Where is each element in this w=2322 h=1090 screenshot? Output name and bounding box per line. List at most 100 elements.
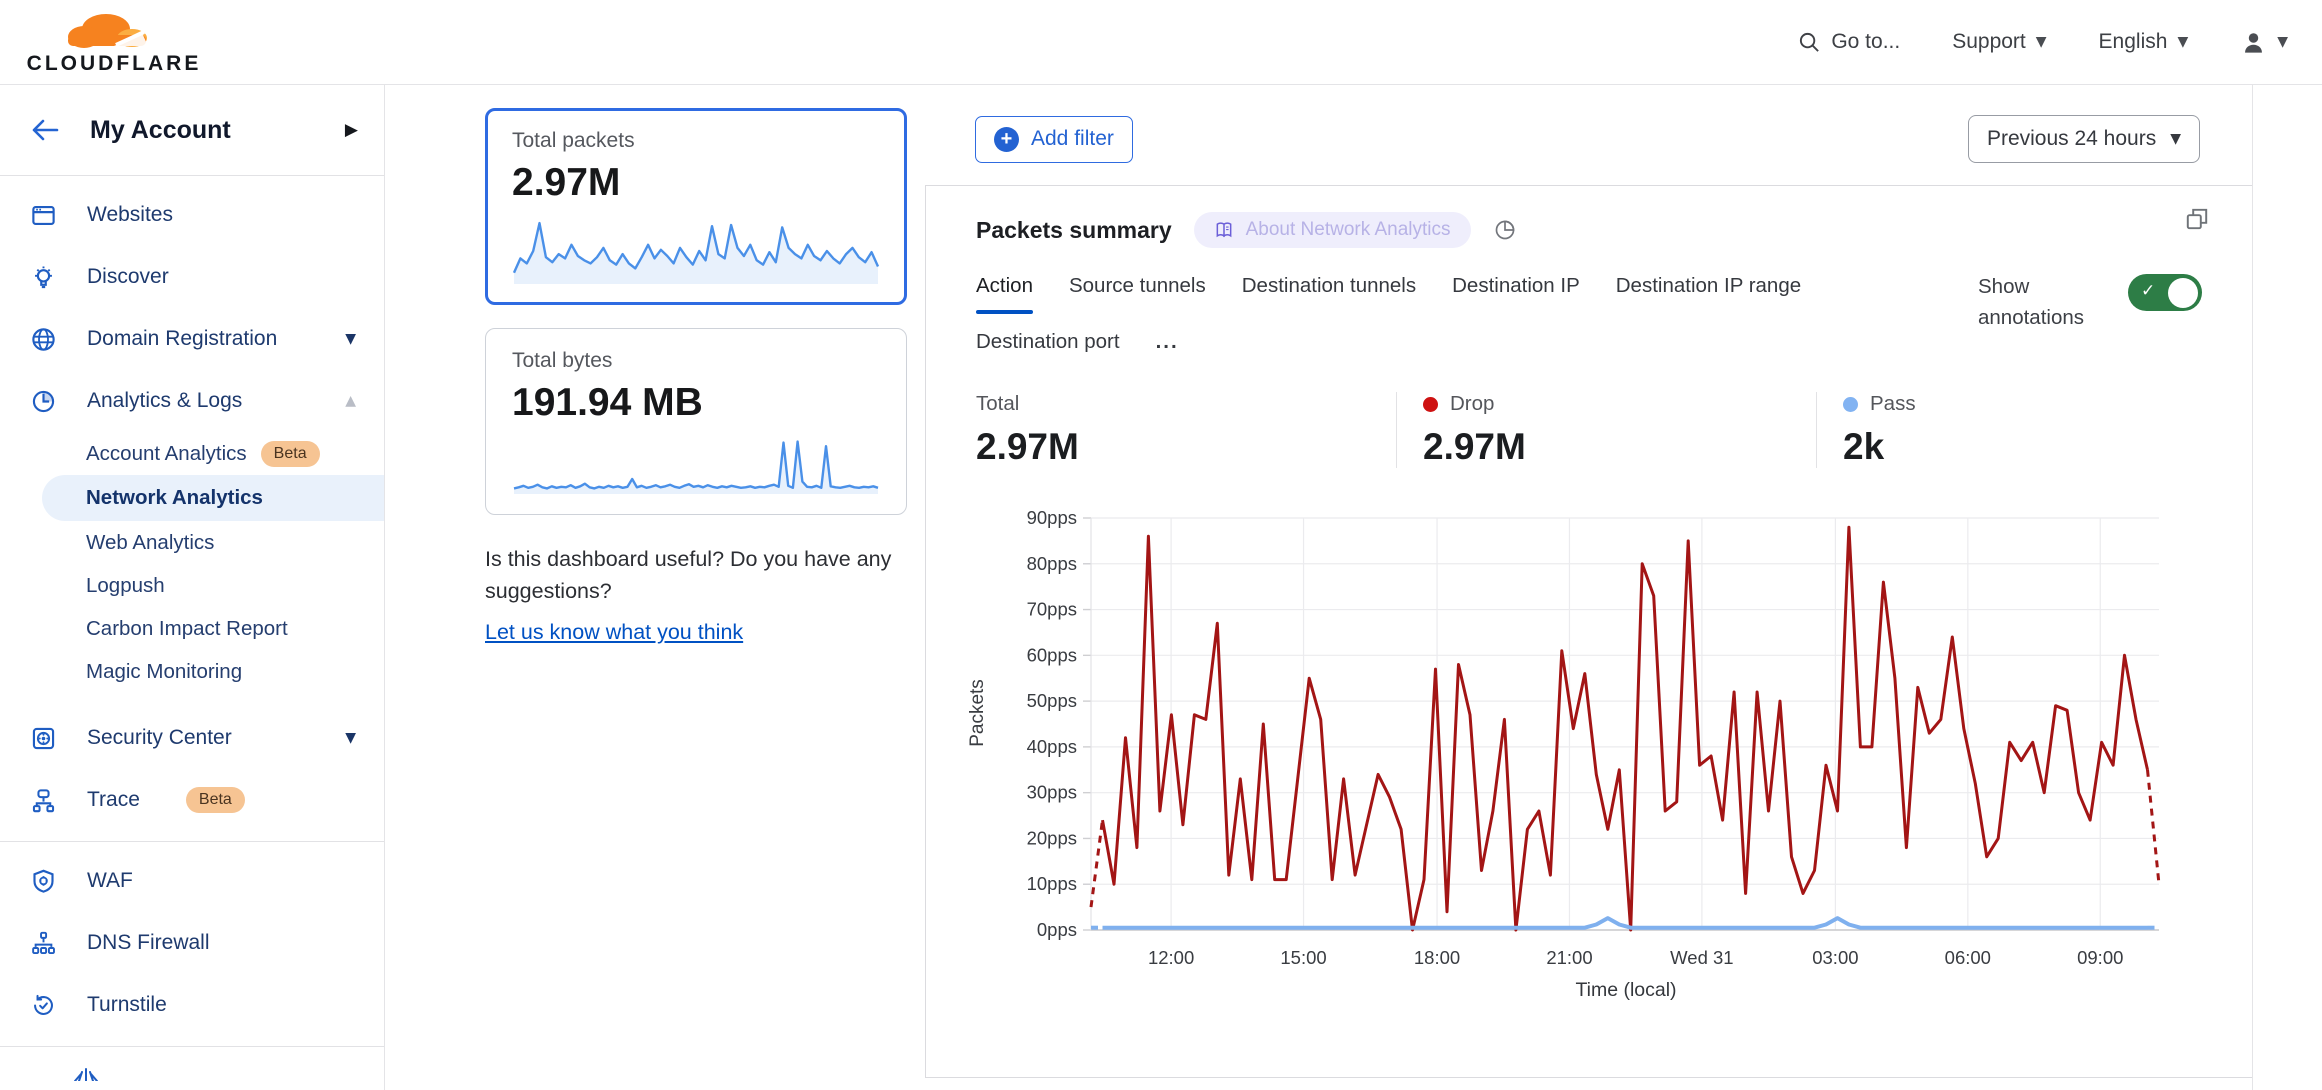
sidebar-subitem-label: Network Analytics bbox=[86, 486, 263, 510]
stat-label: Drop bbox=[1450, 392, 1494, 416]
zero-trust-icon[interactable] bbox=[72, 1061, 384, 1086]
svg-text:03:00: 03:00 bbox=[1812, 947, 1858, 968]
sidebar-item-label: WAF bbox=[87, 869, 133, 893]
back-arrow-icon[interactable] bbox=[30, 118, 60, 142]
svg-text:06:00: 06:00 bbox=[1945, 947, 1991, 968]
tab-destination-ip-range[interactable]: Destination IP range bbox=[1616, 274, 1801, 300]
svg-text:40pps: 40pps bbox=[1027, 736, 1077, 757]
sidebar-item-label: Trace bbox=[87, 788, 140, 812]
svg-text:09:00: 09:00 bbox=[2077, 947, 2123, 968]
packets-timeseries-chart[interactable]: Packets 0pps10pps20pps30pps40pps50pps60p… bbox=[976, 502, 2202, 1002]
svg-text:70pps: 70pps bbox=[1027, 599, 1077, 620]
sidebar-item-security-center[interactable]: Security Center ▼ bbox=[0, 707, 384, 769]
goto-label: Go to... bbox=[1831, 30, 1900, 54]
expand-panel-icon[interactable] bbox=[2184, 206, 2210, 232]
top-navigation-bar: CLOUDFLARE Go to... Support ▼ English ▼ … bbox=[0, 0, 2322, 85]
divider bbox=[0, 841, 384, 842]
sidebar-subitem-web-analytics[interactable]: Web Analytics bbox=[0, 521, 384, 564]
sidebar-subitem-magic-monitoring[interactable]: Magic Monitoring bbox=[0, 650, 384, 693]
account-title[interactable]: My Account bbox=[90, 116, 231, 145]
cloudflare-cloud-icon bbox=[54, 9, 174, 51]
svg-text:80pps: 80pps bbox=[1027, 553, 1077, 574]
tab-source-tunnels[interactable]: Source tunnels bbox=[1069, 274, 1206, 300]
svg-text:0pps: 0pps bbox=[1037, 919, 1077, 940]
timeseries-svg[interactable]: 0pps10pps20pps30pps40pps50pps60pps70pps8… bbox=[976, 502, 2161, 972]
stat-value: 2k bbox=[1843, 426, 1916, 468]
hierarchy-icon bbox=[30, 930, 57, 957]
security-center-icon bbox=[30, 725, 57, 752]
sidebar-subitem-label: Account Analytics bbox=[86, 442, 247, 466]
chevron-down-icon: ▼ bbox=[2170, 132, 2181, 146]
sidebar-subitem-logpush[interactable]: Logpush bbox=[0, 564, 384, 607]
language-menu[interactable]: English ▼ bbox=[2099, 30, 2189, 54]
chevron-down-icon: ▼ bbox=[2277, 35, 2288, 49]
sidebar: My Account ▶ Websites Discover bbox=[0, 85, 385, 1090]
svg-text:15:00: 15:00 bbox=[1280, 947, 1326, 968]
stat-drop: Drop 2.97M bbox=[1396, 392, 1816, 468]
sidebar-item-discover[interactable]: Discover bbox=[0, 246, 384, 308]
svg-text:12:00: 12:00 bbox=[1148, 947, 1194, 968]
sidebar-subitem-carbon-impact-report[interactable]: Carbon Impact Report bbox=[0, 607, 384, 650]
language-label: English bbox=[2099, 30, 2168, 54]
card-title: Total packets bbox=[512, 129, 880, 153]
sidebar-item-label: Domain Registration bbox=[87, 327, 277, 351]
bytes-sparkline bbox=[512, 437, 880, 495]
beta-badge: Beta bbox=[261, 441, 320, 467]
svg-text:50pps: 50pps bbox=[1027, 690, 1077, 711]
x-axis-title: Time (local) bbox=[976, 979, 2161, 1002]
chevron-down-icon: ▼ bbox=[2177, 35, 2188, 49]
feedback-link[interactable]: Let us know what you think bbox=[485, 616, 743, 648]
cloudflare-logo[interactable]: CLOUDFLARE bbox=[34, 9, 194, 76]
shield-gear-icon bbox=[30, 868, 57, 895]
tab-action[interactable]: Action bbox=[976, 274, 1033, 300]
tab-destination-ip[interactable]: Destination IP bbox=[1452, 274, 1580, 300]
data-freshness-pie-icon[interactable] bbox=[1493, 218, 1517, 242]
total-packets-card[interactable]: Total packets 2.97M bbox=[485, 108, 907, 305]
lightbulb-icon bbox=[30, 264, 57, 291]
stat-total: Total 2.97M bbox=[976, 392, 1396, 468]
sidebar-subitem-account-analytics[interactable]: Account Analytics Beta bbox=[0, 432, 384, 475]
svg-text:30pps: 30pps bbox=[1027, 782, 1077, 803]
refresh-check-icon bbox=[30, 992, 57, 1019]
packets-sparkline bbox=[512, 217, 880, 285]
feedback-question: Is this dashboard useful? Do you have an… bbox=[485, 543, 917, 608]
sidebar-item-domain-registration[interactable]: Domain Registration ▼ bbox=[0, 308, 384, 370]
check-icon: ✓ bbox=[2141, 281, 2155, 301]
summary-column: Total packets 2.97M Total bytes 191.94 M… bbox=[385, 85, 925, 1090]
support-menu[interactable]: Support ▼ bbox=[1952, 30, 2046, 54]
goto-search[interactable]: Go to... bbox=[1798, 30, 1900, 54]
sidebar-subitem-label: Magic Monitoring bbox=[86, 660, 242, 684]
sidebar-item-waf[interactable]: WAF bbox=[0, 850, 384, 912]
chevron-down-icon: ▼ bbox=[345, 331, 356, 347]
svg-text:90pps: 90pps bbox=[1027, 507, 1077, 528]
stat-label: Pass bbox=[1870, 392, 1916, 416]
card-value: 2.97M bbox=[512, 161, 880, 205]
sidebar-item-websites[interactable]: Websites bbox=[0, 184, 384, 246]
sidebar-item-label: Security Center bbox=[87, 726, 232, 750]
y-axis-title: Packets bbox=[967, 679, 989, 747]
total-bytes-card[interactable]: Total bytes 191.94 MB bbox=[485, 328, 907, 515]
sidebar-item-trace[interactable]: Trace Beta bbox=[0, 769, 384, 831]
user-account-menu[interactable]: ▼ bbox=[2240, 29, 2288, 56]
sidebar-item-label: Turnstile bbox=[87, 993, 167, 1017]
sidebar-item-label: Discover bbox=[87, 265, 169, 289]
sidebar-item-label: Websites bbox=[87, 203, 173, 227]
add-filter-button[interactable]: + Add filter bbox=[975, 116, 1133, 163]
time-range-dropdown[interactable]: Previous 24 hours ▼ bbox=[1968, 115, 2200, 163]
sidebar-subitem-network-analytics[interactable]: Network Analytics bbox=[42, 475, 384, 521]
card-value: 191.94 MB bbox=[512, 381, 880, 425]
tab-destination-port[interactable]: Destination port bbox=[976, 330, 1120, 356]
chevron-up-icon: ▲ bbox=[345, 393, 356, 409]
sidebar-item-analytics-logs[interactable]: Analytics & Logs ▲ bbox=[0, 370, 384, 432]
more-tabs-button[interactable]: ... bbox=[1156, 330, 1179, 356]
sidebar-item-dns-firewall[interactable]: DNS Firewall bbox=[0, 912, 384, 974]
show-annotations-toggle[interactable]: ✓ bbox=[2128, 274, 2202, 311]
book-icon bbox=[1214, 220, 1234, 240]
sidebar-item-turnstile[interactable]: Turnstile bbox=[0, 974, 384, 1036]
about-network-analytics-pill[interactable]: About Network Analytics bbox=[1194, 212, 1471, 248]
tab-destination-tunnels[interactable]: Destination tunnels bbox=[1242, 274, 1416, 300]
sidebar-item-label: Analytics & Logs bbox=[87, 389, 242, 413]
stat-value: 2.97M bbox=[1423, 426, 1816, 468]
chevron-right-icon[interactable]: ▶ bbox=[345, 120, 358, 140]
drop-legend-dot bbox=[1423, 397, 1438, 412]
